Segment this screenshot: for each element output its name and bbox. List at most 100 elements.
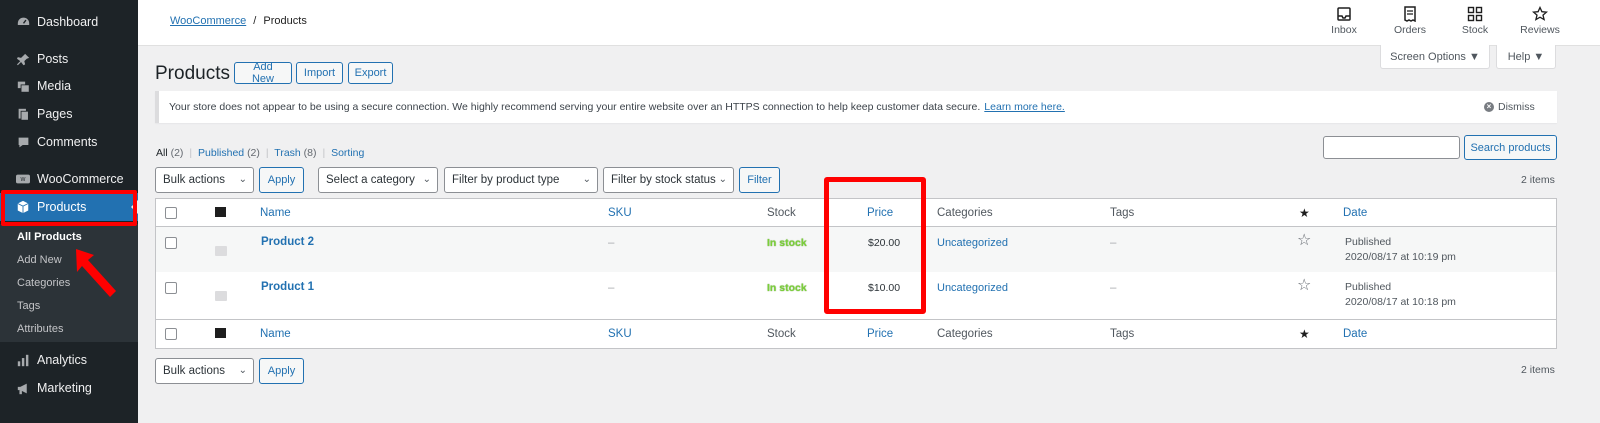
learn-more-link[interactable]: Learn more here. — [984, 101, 1065, 113]
column-categories: Categories — [937, 207, 993, 219]
column-name[interactable]: Name — [260, 207, 291, 219]
svg-text:W: W — [20, 177, 26, 183]
bulk-actions-select-bottom[interactable]: Bulk actions ⌄ — [155, 358, 254, 384]
submenu-categories[interactable]: Categories — [17, 277, 70, 289]
reviews-button[interactable]: Reviews — [1510, 5, 1570, 36]
breadcrumb: WooCommerce / Products — [170, 15, 307, 27]
sidebar-item-pages[interactable]: Pages — [0, 100, 138, 128]
select-all-checkbox-footer[interactable] — [165, 328, 177, 340]
sidebar-item-media[interactable]: Media — [0, 72, 138, 100]
column-date[interactable]: Date — [1343, 207, 1367, 219]
view-trash-link[interactable]: Trash — [274, 147, 300, 159]
view-sorting-link[interactable]: Sorting — [331, 147, 364, 159]
stock-status: In stock — [767, 282, 807, 294]
row-checkbox[interactable] — [165, 237, 177, 249]
products-highlight-box — [1, 190, 137, 226]
image-column-icon — [215, 207, 226, 217]
column-stock: Stock — [767, 207, 796, 219]
apply-button[interactable]: Apply — [259, 167, 304, 193]
status-views: All (2) | Published (2) | Trash (8) | So… — [156, 147, 364, 159]
orders-icon — [1402, 6, 1418, 23]
stock-button[interactable]: Stock — [1445, 6, 1505, 36]
items-count-top: 2 items — [1521, 174, 1555, 186]
add-new-button[interactable]: Add New — [234, 61, 292, 85]
table-footer-row: Name SKU Stock Price Categories Tags ★ D… — [156, 319, 1556, 348]
column-stock: Stock — [767, 328, 796, 340]
pin-icon — [16, 52, 30, 66]
megaphone-icon — [16, 381, 30, 395]
items-count-bottom: 2 items — [1521, 364, 1555, 376]
import-button[interactable]: Import — [296, 62, 343, 84]
product-status: Published — [1345, 281, 1392, 293]
submenu-tags[interactable]: Tags — [17, 300, 40, 312]
breadcrumb-link-woocommerce[interactable]: WooCommerce — [170, 15, 246, 27]
dismiss-button[interactable]: × Dismiss — [1484, 101, 1535, 113]
product-date: 2020/08/17 at 10:18 pm — [1345, 296, 1456, 308]
column-sku[interactable]: SKU — [608, 207, 632, 219]
select-all-checkbox[interactable] — [165, 207, 177, 219]
product-category-link[interactable]: Uncategorized — [937, 237, 1008, 249]
submenu-all-products[interactable]: All Products — [17, 231, 82, 243]
view-trash-count: (8) — [303, 147, 317, 159]
stock-status-select[interactable]: Filter by stock status ⌄ — [603, 167, 734, 193]
submenu-attributes[interactable]: Attributes — [17, 323, 63, 335]
column-tags: Tags — [1110, 328, 1135, 340]
image-column-icon — [215, 328, 226, 338]
chevron-down-icon: ⌄ — [238, 365, 247, 376]
search-input[interactable] — [1323, 136, 1460, 159]
view-all-count: (2) — [170, 147, 184, 159]
orders-label: Orders — [1393, 24, 1427, 36]
view-separator: | — [265, 147, 269, 159]
comment-icon — [16, 135, 30, 149]
export-button[interactable]: Export — [348, 62, 393, 84]
sidebar-item-analytics[interactable]: Analytics — [0, 346, 138, 374]
notice-text: Your store does not appear to be using a… — [169, 101, 981, 113]
featured-star-icon[interactable]: ★ — [1299, 206, 1310, 220]
sidebar-item-label: Analytics — [37, 353, 88, 367]
column-name[interactable]: Name — [260, 328, 291, 340]
featured-toggle-star-icon[interactable]: ☆ — [1297, 233, 1311, 249]
chevron-down-icon: ⌄ — [422, 174, 431, 185]
column-price[interactable]: Price — [867, 328, 893, 340]
product-category-link[interactable]: Uncategorized — [937, 282, 1008, 294]
search-products-button[interactable]: Search products — [1464, 135, 1557, 160]
top-bar: WooCommerce / Products Inbox Orders Stoc… — [138, 0, 1600, 46]
reviews-label: Reviews — [1520, 24, 1560, 36]
orders-button[interactable]: Orders — [1380, 6, 1440, 36]
column-date[interactable]: Date — [1343, 328, 1367, 340]
sidebar-item-label: WooCommerce — [37, 172, 124, 186]
sidebar-item-woocommerce[interactable]: W WooCommerce — [0, 165, 138, 193]
view-all-link[interactable]: All — [156, 147, 168, 159]
inbox-icon — [1336, 6, 1352, 22]
apply-button-bottom[interactable]: Apply — [259, 358, 304, 384]
woo-icon: W — [16, 172, 30, 186]
inbox-button[interactable]: Inbox — [1314, 6, 1374, 36]
category-select[interactable]: Select a category ⌄ — [318, 167, 438, 193]
star-icon — [1531, 5, 1549, 22]
featured-toggle-star-icon[interactable]: ☆ — [1297, 278, 1311, 294]
product-name-link[interactable]: Product 1 — [261, 281, 314, 293]
featured-star-icon[interactable]: ★ — [1299, 327, 1310, 341]
view-published-link[interactable]: Published — [198, 147, 244, 159]
view-published-count: (2) — [247, 147, 260, 159]
product-name-link[interactable]: Product 2 — [261, 236, 314, 248]
stock-status-value: Filter by stock status — [611, 174, 716, 186]
screen-options-button[interactable]: Screen Options ▼ — [1380, 45, 1490, 69]
https-notice: Your store does not appear to be using a… — [155, 91, 1557, 123]
sidebar-item-posts[interactable]: Posts — [0, 45, 138, 73]
dismiss-label: Dismiss — [1498, 101, 1535, 113]
row-checkbox[interactable] — [165, 282, 177, 294]
column-sku[interactable]: SKU — [608, 328, 632, 340]
help-button[interactable]: Help ▼ — [1496, 45, 1556, 69]
category-value: Select a category — [326, 174, 415, 186]
bulk-actions-select[interactable]: Bulk actions ⌄ — [155, 167, 254, 193]
chevron-down-icon: ⌄ — [582, 174, 591, 185]
filter-button[interactable]: Filter — [739, 167, 780, 193]
price-highlight-box — [824, 177, 926, 314]
sidebar-item-marketing[interactable]: Marketing — [0, 374, 138, 402]
product-type-select[interactable]: Filter by product type ⌄ — [444, 167, 598, 193]
column-tags: Tags — [1110, 207, 1135, 219]
sidebar-item-comments[interactable]: Comments — [0, 128, 138, 156]
submenu-add-new[interactable]: Add New — [17, 254, 62, 266]
sidebar-item-dashboard[interactable]: Dashboard — [0, 8, 138, 36]
